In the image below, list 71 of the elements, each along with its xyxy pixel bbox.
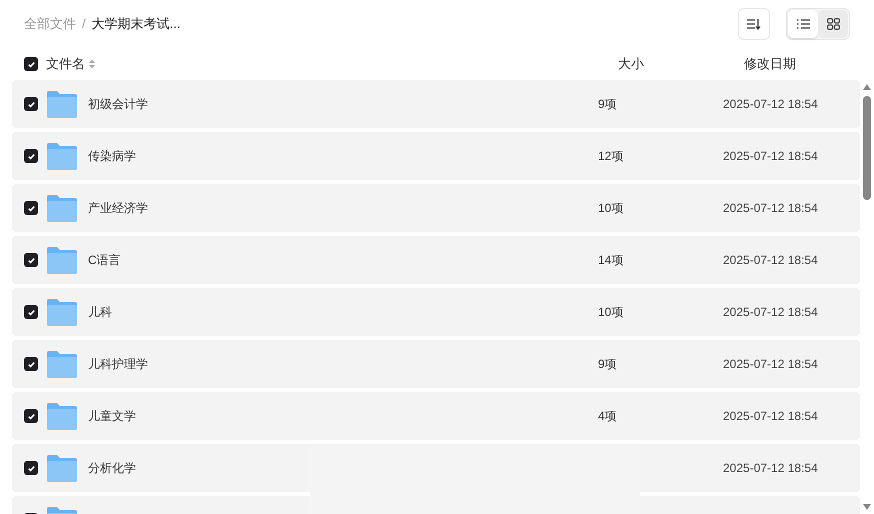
folder-icon (47, 246, 77, 274)
check-icon (26, 464, 36, 472)
file-row[interactable]: 产业经济学 10项 2025-07-12 18:54 (12, 184, 860, 232)
file-name: 分析化学 (88, 460, 137, 477)
checkbox[interactable] (24, 57, 38, 71)
file-size: 12项 (598, 148, 624, 165)
checkbox[interactable] (24, 461, 38, 475)
file-size: 9项 (598, 96, 618, 113)
scrollbar-thumb[interactable] (863, 96, 871, 200)
file-row[interactable]: 传染病学 12项 2025-07-12 18:54 (12, 132, 860, 180)
check-icon (26, 256, 36, 264)
check-icon (26, 204, 36, 212)
file-name: 产业经济学 (88, 200, 149, 217)
list-icon (796, 19, 810, 29)
file-size: 4项 (598, 408, 618, 425)
list-view-button[interactable] (788, 10, 818, 38)
file-size: 9项 (598, 356, 618, 373)
file-row[interactable]: C语言 14项 2025-07-12 18:54 (12, 236, 860, 284)
file-name: 儿科护理学 (88, 356, 149, 373)
folder-icon (47, 142, 77, 170)
check-icon (26, 308, 36, 316)
breadcrumb-separator: / (82, 15, 86, 34)
scroll-up-icon[interactable] (863, 84, 871, 90)
file-name: 传染病学 (88, 148, 137, 165)
file-name: C语言 (88, 252, 122, 269)
file-size: 14项 (598, 252, 624, 269)
check-icon (26, 100, 36, 108)
folder-icon (47, 90, 77, 118)
column-header: 大小 (618, 55, 645, 74)
checkbox[interactable] (24, 97, 38, 111)
file-row[interactable]: 初级会计学 9项 2025-07-12 18:54 (12, 80, 860, 128)
file-date: 2025-07-12 18:54 (723, 304, 818, 321)
file-size: 10项 (598, 304, 624, 321)
file-name: 初级会计学 (88, 96, 149, 113)
folder-icon (47, 402, 77, 430)
file-row[interactable]: 儿童文学 4项 2025-07-12 18:54 (12, 392, 860, 440)
checkbox[interactable] (24, 357, 38, 371)
sort-icon (747, 18, 761, 30)
file-date: 2025-07-12 18:54 (723, 96, 818, 113)
folder-icon (47, 194, 77, 222)
check-icon (26, 412, 36, 420)
folder-icon (47, 454, 77, 482)
file-row[interactable]: 儿科 10项 2025-07-12 18:54 (12, 288, 860, 336)
sort-button[interactable] (738, 8, 770, 40)
file-date: 2025-07-12 18:54 (723, 356, 818, 373)
folder-icon (47, 298, 77, 326)
checkbox[interactable] (24, 253, 38, 267)
file-date: 2025-07-12 18:54 (723, 460, 818, 477)
file-date: 2025-07-12 18:54 (723, 148, 818, 165)
scroll-down-icon[interactable] (863, 504, 871, 510)
file-row[interactable]: 儿科护理学 9项 2025-07-12 18:54 (12, 340, 860, 388)
grid-icon (826, 18, 840, 30)
checkbox[interactable] (24, 409, 38, 423)
breadcrumb-item[interactable]: 大学期末考试... (92, 14, 180, 34)
check-icon (26, 152, 36, 160)
file-name: 儿童文学 (88, 408, 137, 425)
column-header: 修改日期 (744, 55, 796, 74)
column-header[interactable]: 文件名 (46, 54, 85, 74)
file-size: 10项 (598, 200, 624, 217)
file-name: 儿科 (88, 304, 113, 321)
check-icon (26, 360, 36, 368)
grid-view-button[interactable] (818, 10, 848, 38)
checkbox[interactable] (24, 201, 38, 215)
checkbox[interactable] (24, 149, 38, 163)
folder-icon (47, 350, 77, 378)
check-icon (26, 60, 36, 68)
checkbox[interactable] (24, 305, 38, 319)
file-date: 2025-07-12 18:54 (723, 200, 818, 217)
file-date: 2025-07-12 18:54 (723, 408, 818, 425)
sort-arrows-icon (89, 59, 95, 69)
file-date: 2025-07-12 18:54 (723, 252, 818, 269)
